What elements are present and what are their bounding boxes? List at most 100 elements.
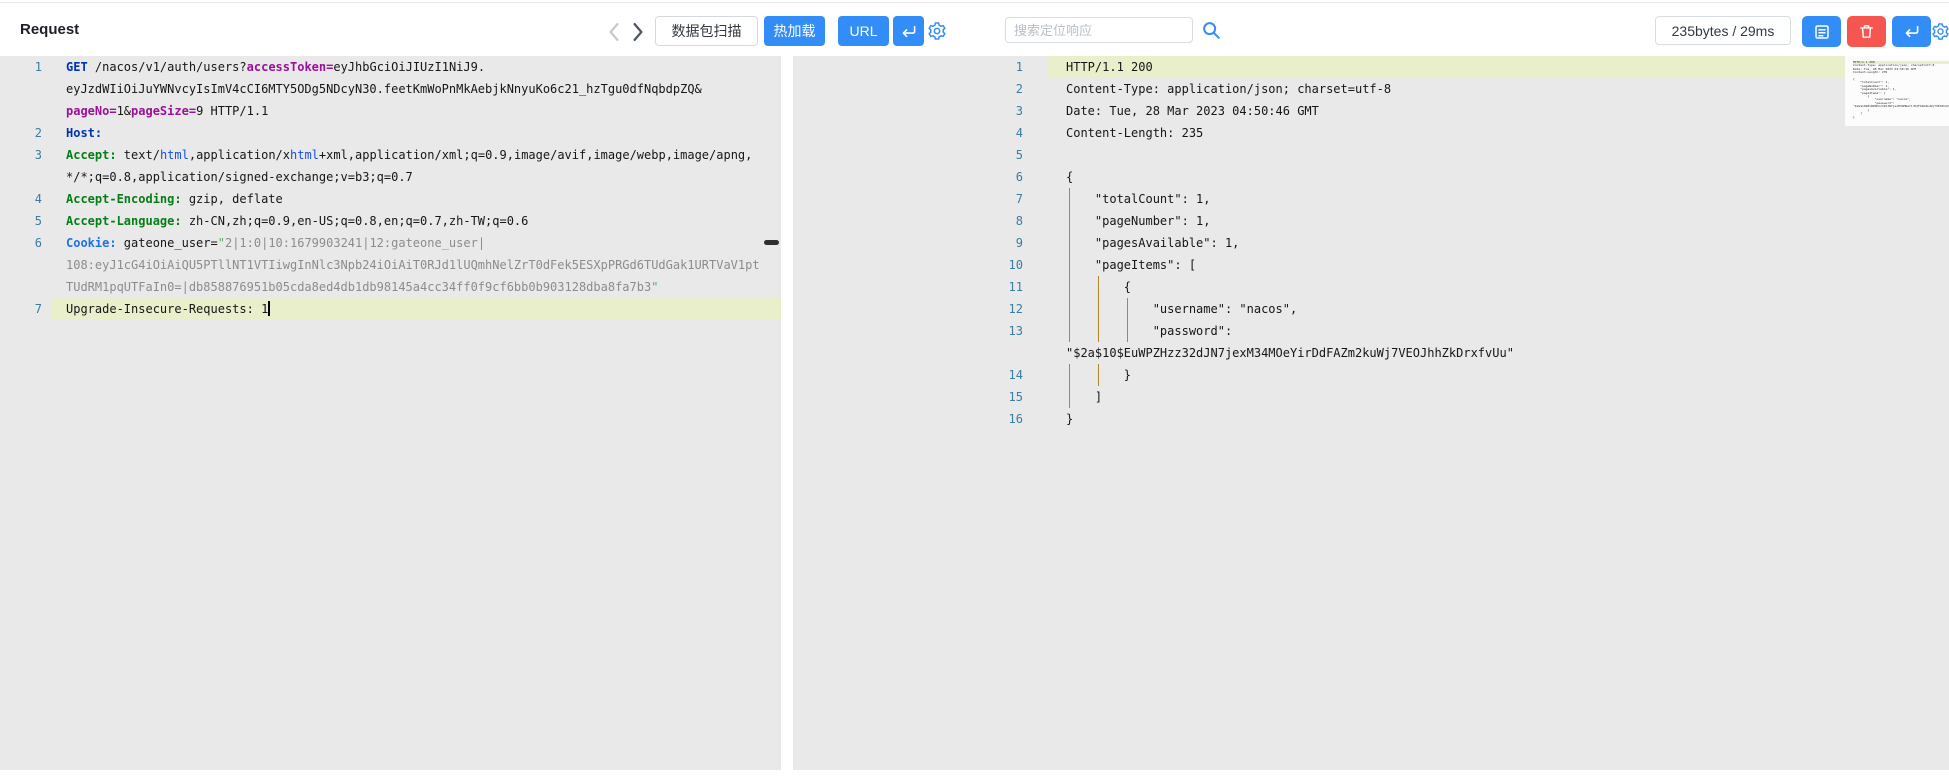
code-row: 16}	[793, 408, 1949, 430]
code-row: 3Accept: text/html,application/xhtml+xml…	[0, 144, 781, 166]
code-text: Accept: text/html,application/xhtml+xml,…	[50, 144, 752, 166]
code-row: 13 "password":	[793, 320, 1949, 342]
code-text: Date: Tue, 28 Mar 2023 04:50:46 GMT	[1030, 100, 1319, 122]
code-text: "username": "nacos",	[1030, 298, 1297, 320]
send-request-button[interactable]	[893, 16, 924, 46]
line-number	[793, 342, 1030, 364]
request-editor[interactable]: 1GET /nacos/v1/auth/users?accessToken=ey…	[0, 56, 781, 770]
code-text: GET /nacos/v1/auth/users?accessToken=eyJ…	[50, 56, 485, 78]
line-number: 10	[793, 254, 1030, 276]
code-row: 7 "totalCount": 1,	[793, 188, 1949, 210]
response-settings-button[interactable]	[1931, 22, 1949, 41]
line-number	[0, 78, 50, 100]
line-number: 6	[0, 232, 50, 254]
code-row: 15 ]	[793, 386, 1949, 408]
response-size-time-badge: 235bytes / 29ms	[1655, 16, 1791, 45]
code-text: Content-Type: application/json; charset=…	[1030, 78, 1391, 100]
request-panel-title: Request	[20, 21, 79, 38]
response-search-input[interactable]	[1005, 17, 1193, 43]
code-text: }	[1030, 408, 1073, 430]
code-text: 108:eyJ1cG4iOiAiQU5PTllNT1VTIiwgInNlc3Np…	[50, 254, 760, 276]
code-text: Host:	[50, 122, 102, 144]
line-number	[0, 254, 50, 276]
response-detail-list-button[interactable]	[1802, 16, 1841, 47]
code-row: eyJzdWIiOiJuYWNvcyIsImV4cCI6MTY5ODg5NDcy…	[0, 78, 781, 100]
line-number: 14	[793, 364, 1030, 386]
gear-icon	[927, 21, 947, 41]
code-row: "$2a$10$EuWPZHzz32dJN7jexM34MOeYirDdFAZm…	[793, 342, 1949, 364]
code-text: }	[1030, 364, 1131, 386]
line-number: 1	[0, 56, 50, 78]
code-row: 5Accept-Language: zh-CN,zh;q=0.9,en-US;q…	[0, 210, 781, 232]
code-text: "$2a$10$EuWPZHzz32dJN7jexM34MOeYirDdFAZm…	[1030, 342, 1514, 364]
hot-reload-button[interactable]: 热加载	[764, 16, 825, 46]
code-row: 3Date: Tue, 28 Mar 2023 04:50:46 GMT	[793, 100, 1949, 122]
search-button[interactable]	[1200, 19, 1222, 41]
indent-guide	[1098, 298, 1099, 320]
indent-guide	[1098, 276, 1099, 298]
line-number: 4	[0, 188, 50, 210]
code-text: Accept-Language: zh-CN,zh;q=0.9,en-US;q=…	[50, 210, 528, 232]
indent-guide	[1069, 298, 1070, 320]
line-number: 13	[793, 320, 1030, 342]
code-text: HTTP/1.1 200	[1030, 56, 1153, 78]
chevron-left-icon	[608, 23, 620, 41]
code-text: Cookie: gateone_user="2|1:0|10:167990324…	[50, 232, 485, 254]
line-number: 5	[0, 210, 50, 232]
code-row: 4Accept-Encoding: gzip, deflate	[0, 188, 781, 210]
code-text: Upgrade-Insecure-Requests: 1	[50, 298, 270, 320]
indent-guide	[1069, 320, 1070, 342]
line-number: 4	[793, 122, 1030, 144]
gear-icon	[1931, 22, 1949, 41]
line-number: 6	[793, 166, 1030, 188]
indent-guide	[1098, 364, 1099, 386]
request-settings-button[interactable]	[927, 21, 947, 41]
text-cursor	[268, 301, 270, 316]
indent-guide	[1127, 298, 1128, 320]
line-number: 3	[793, 100, 1030, 122]
code-text: Accept-Encoding: gzip, deflate	[50, 188, 283, 210]
code-text: {	[1030, 276, 1131, 298]
indent-guide	[1069, 232, 1070, 254]
code-row: 10 "pageItems": [	[793, 254, 1949, 276]
code-row: TUdRM1pqUTFaIn0=|db858876951b05cda8ed4db…	[0, 276, 781, 298]
list-icon	[1813, 23, 1831, 41]
line-number: 2	[0, 122, 50, 144]
next-packet-button[interactable]	[632, 23, 644, 46]
code-row: 108:eyJ1cG4iOiAiQU5PTllNT1VTIiwgInNlc3Np…	[0, 254, 781, 276]
url-encode-button[interactable]: URL	[838, 16, 889, 46]
code-row: 12 "username": "nacos",	[793, 298, 1949, 320]
code-text: "totalCount": 1,	[1030, 188, 1211, 210]
line-number	[0, 166, 50, 188]
packet-scan-button[interactable]: 数据包扫描	[655, 16, 758, 46]
code-row: */*;q=0.8,application/signed-exchange;v=…	[0, 166, 781, 188]
code-row: pageNo=1&pageSize=9 HTTP/1.1	[0, 100, 781, 122]
code-row: 9 "pagesAvailable": 1,	[793, 232, 1949, 254]
code-row: 8 "pageNumber": 1,	[793, 210, 1949, 232]
code-row: 14 }	[793, 364, 1949, 386]
line-number: 12	[793, 298, 1030, 320]
indent-guide	[1069, 254, 1070, 276]
response-editor[interactable]: HTTP/1.1 200Content-Type: application/js…	[793, 56, 1949, 770]
indent-guide	[1069, 188, 1070, 210]
code-text: */*;q=0.8,application/signed-exchange;v=…	[50, 166, 413, 188]
indent-guide	[1127, 320, 1128, 342]
code-text: eyJzdWIiOiJuYWNvcyIsImV4cCI6MTY5ODg5NDcy…	[50, 78, 702, 100]
code-row: 6Cookie: gateone_user="2|1:0|10:16799032…	[0, 232, 781, 254]
enter-icon	[1904, 24, 1920, 39]
indent-guide	[1069, 276, 1070, 298]
code-row: 1HTTP/1.1 200	[793, 56, 1949, 78]
line-number: 9	[793, 232, 1030, 254]
prev-packet-button[interactable]	[608, 23, 620, 46]
line-number: 15	[793, 386, 1030, 408]
code-row: 6{	[793, 166, 1949, 188]
code-row: 1GET /nacos/v1/auth/users?accessToken=ey…	[0, 56, 781, 78]
line-number	[0, 276, 50, 298]
resend-button[interactable]	[1892, 16, 1931, 47]
clear-response-button[interactable]	[1847, 16, 1886, 47]
line-number: 2	[793, 78, 1030, 100]
code-text: {	[1030, 166, 1073, 188]
line-number: 11	[793, 276, 1030, 298]
code-row: 5	[793, 144, 1949, 166]
code-row: 4Content-Length: 235	[793, 122, 1949, 144]
